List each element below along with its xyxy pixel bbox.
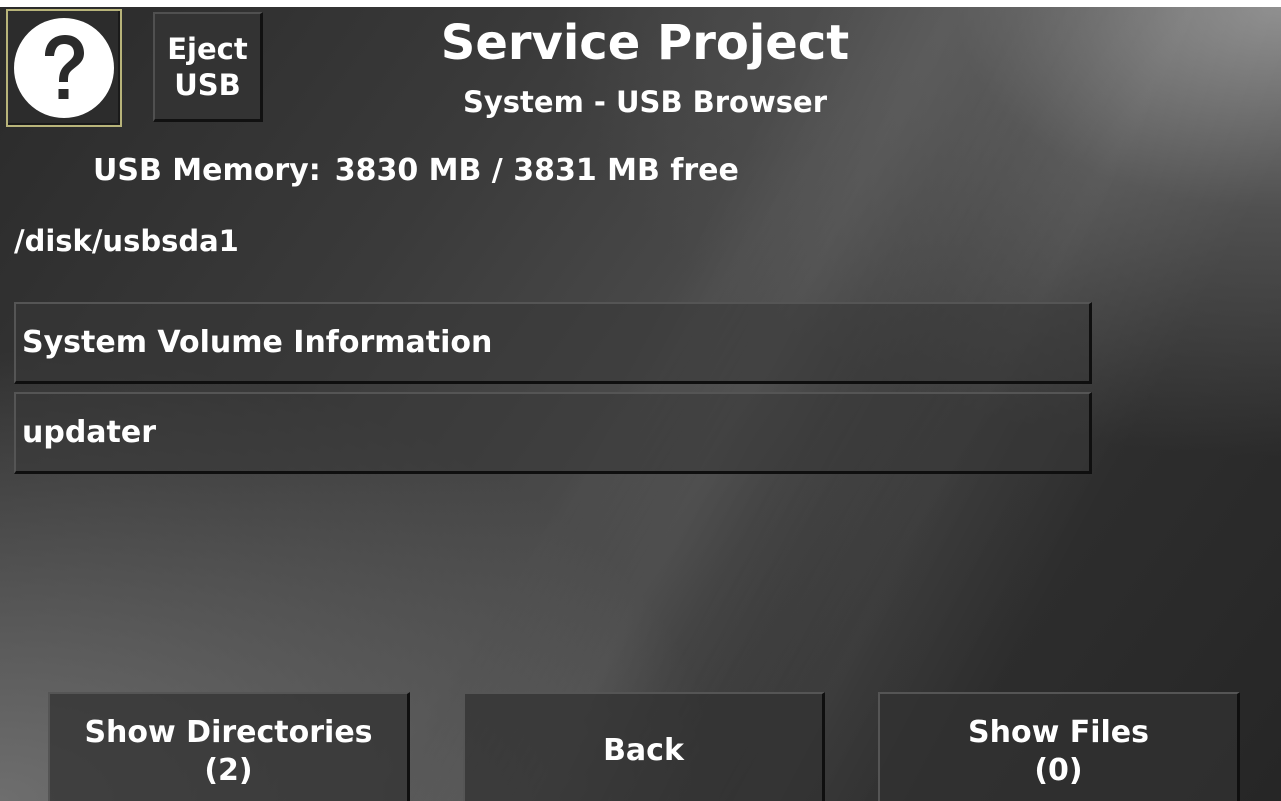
show-directories-button[interactable]: Show Directories (2) xyxy=(48,692,410,801)
directory-item-label: System Volume Information xyxy=(22,325,493,360)
screen: Eject USB Service Project System - USB B… xyxy=(0,7,1281,801)
directory-list: System Volume Information updater xyxy=(14,302,1092,482)
help-button[interactable] xyxy=(6,9,122,127)
back-button[interactable]: Back xyxy=(463,692,825,801)
back-label: Back xyxy=(603,733,684,768)
eject-usb-button[interactable]: Eject USB xyxy=(153,12,263,122)
show-files-label: Show Files xyxy=(968,715,1149,750)
usb-memory-value: 3830 MB / 3831 MB free xyxy=(334,153,739,188)
show-files-count: (0) xyxy=(1034,753,1083,788)
usb-memory-label: USB Memory: xyxy=(93,153,321,188)
page-title: Service Project xyxy=(440,15,850,71)
directory-item-label: updater xyxy=(22,415,157,450)
show-files-button[interactable]: Show Files (0) xyxy=(878,692,1240,801)
directory-item[interactable]: updater xyxy=(14,392,1092,474)
directory-item[interactable]: System Volume Information xyxy=(14,302,1092,384)
show-directories-count: (2) xyxy=(204,753,253,788)
question-mark-icon xyxy=(14,18,114,118)
page-subtitle: System - USB Browser xyxy=(462,85,827,119)
show-directories-label: Show Directories xyxy=(84,715,373,750)
current-path: /disk/usbsda1 xyxy=(14,224,239,258)
usb-memory-status: USB Memory: 3830 MB / 3831 MB free xyxy=(93,152,739,190)
